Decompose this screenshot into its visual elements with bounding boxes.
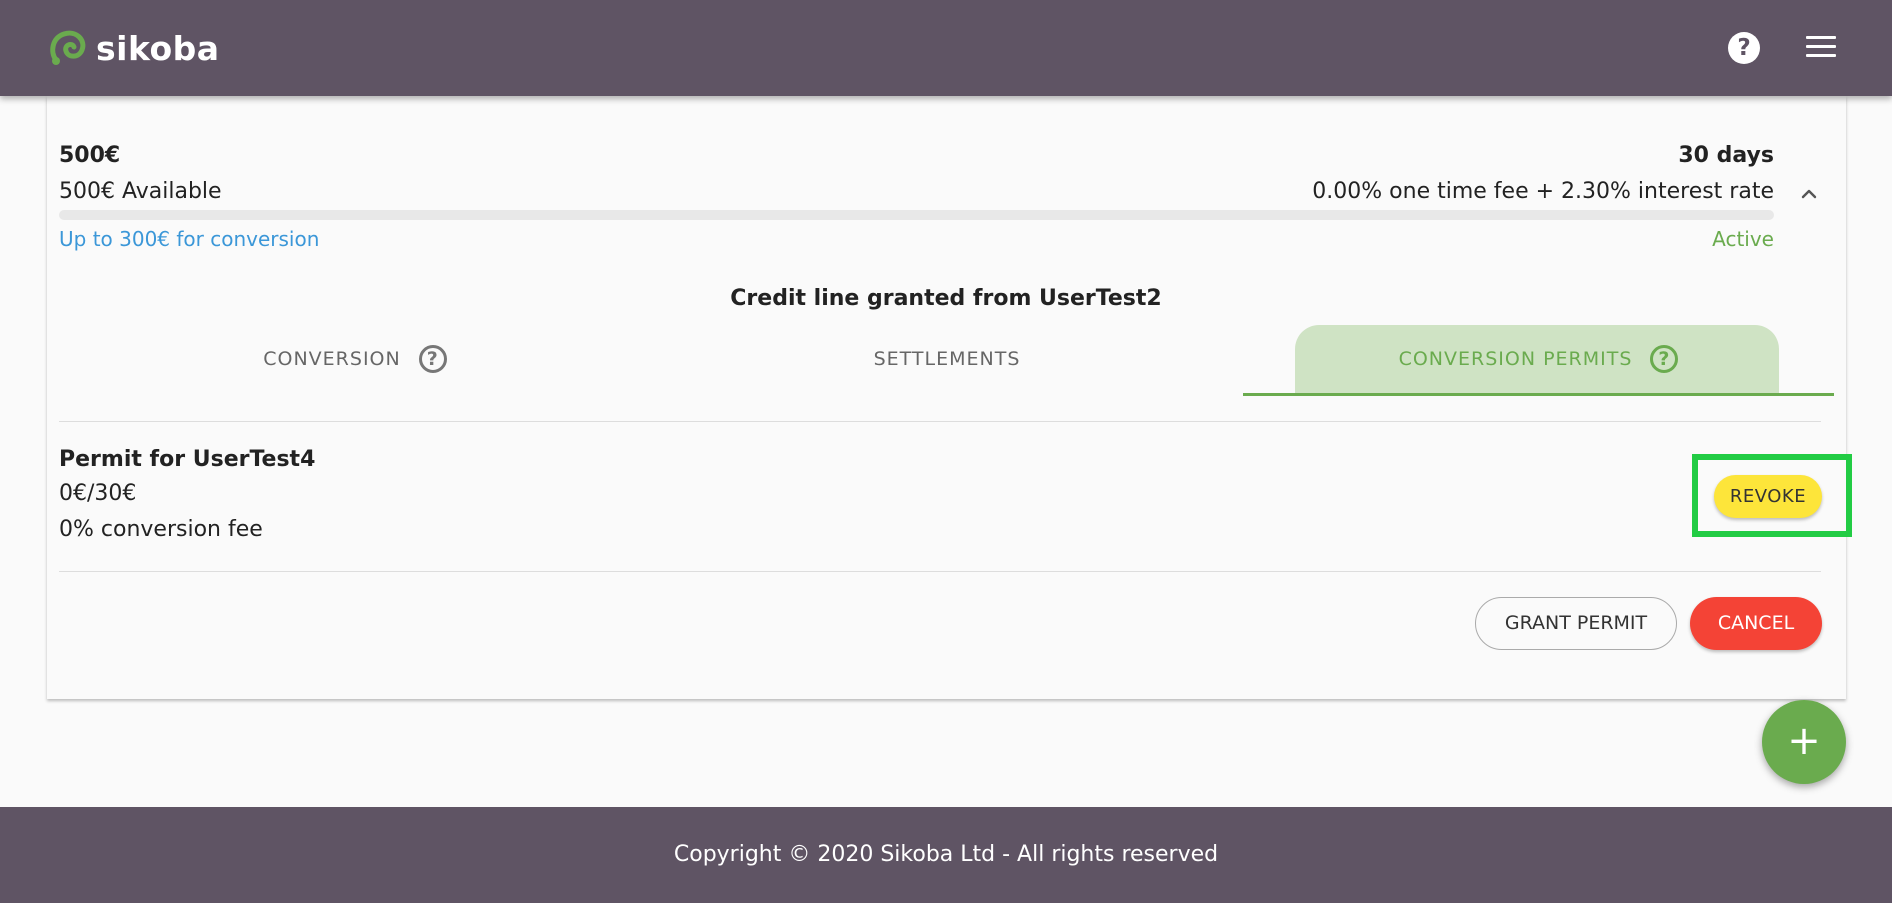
tab-settlements-label: SETTLEMENTS (873, 348, 1021, 370)
copyright-text: Copyright © 2020 Sikoba Ltd - All rights… (673, 842, 1219, 867)
cancel-button[interactable]: CANCEL (1690, 597, 1822, 650)
page-footer: Copyright © 2020 Sikoba Ltd - All rights… (0, 807, 1892, 903)
chevron-up-icon[interactable] (1800, 185, 1818, 203)
spiral-logo-icon (50, 30, 86, 65)
grant-permit-button[interactable]: GRANT PERMIT (1475, 597, 1677, 650)
sikoba-logo[interactable]: sikoba (48, 28, 220, 68)
tab-conversion[interactable]: CONVERSION ? (59, 325, 651, 393)
revoke-button[interactable]: REVOKE (1714, 475, 1822, 518)
hamburger-menu-icon[interactable] (1806, 36, 1836, 60)
divider (59, 421, 1821, 422)
logo-text: sikoba (96, 28, 220, 68)
help-icon[interactable]: ? (1728, 32, 1760, 64)
app-header: sikoba ? (0, 0, 1892, 96)
credit-duration: 30 days (1678, 143, 1774, 168)
permit-conversion-fee: 0% conversion fee (59, 517, 263, 542)
divider (59, 571, 1821, 572)
status-text: Active (1712, 227, 1774, 251)
available-amount: 500€ Available (59, 179, 222, 204)
conversion-limit: Up to 300€ for conversion (59, 227, 320, 251)
permit-usage: 0€/30€ (59, 481, 137, 506)
tab-conversion-permits-label: CONVERSION PERMITS (1398, 348, 1633, 370)
tab-bar: CONVERSION ? SETTLEMENTS CONVERSION PERM… (59, 325, 1834, 396)
tab-conversion-permits[interactable]: CONVERSION PERMITS ? (1243, 325, 1834, 393)
help-circle-icon[interactable]: ? (418, 345, 447, 373)
granted-from-title: Credit line granted from UserTest2 (730, 286, 1162, 311)
help-circle-icon[interactable]: ? (1650, 345, 1679, 373)
credit-amount: 500€ (59, 143, 121, 168)
fee-and-interest-rate: 0.00% one time fee + 2.30% interest rate (1312, 179, 1774, 204)
active-tab-indicator (1243, 393, 1834, 396)
usage-progress-bar (59, 210, 1774, 220)
tab-conversion-label: CONVERSION (263, 348, 401, 370)
tab-settlements[interactable]: SETTLEMENTS (651, 325, 1243, 393)
add-fab-button[interactable]: + (1762, 700, 1846, 784)
permit-title: Permit for UserTest4 (59, 447, 316, 472)
